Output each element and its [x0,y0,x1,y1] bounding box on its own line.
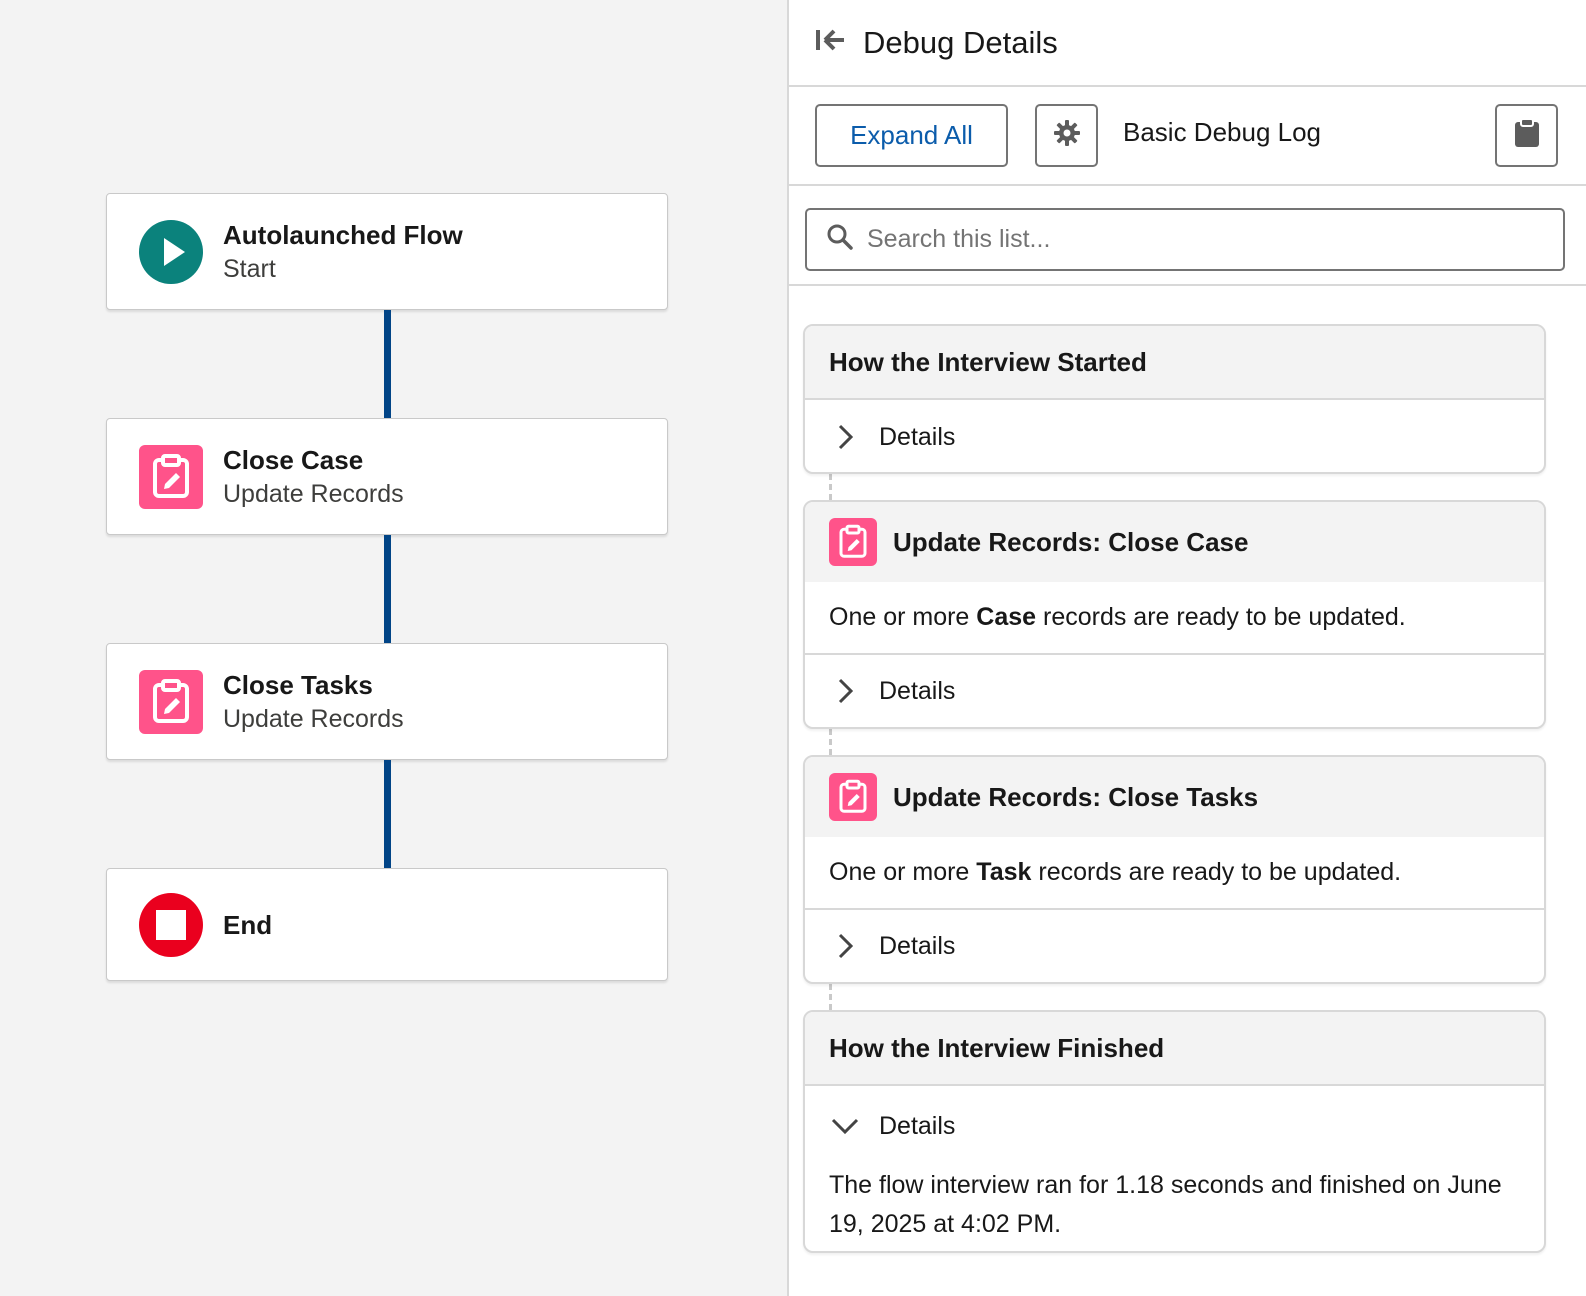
search-input[interactable] [867,225,1507,254]
flow-canvas: Autolaunched Flow Start Close Case Updat… [0,0,787,1296]
play-icon [139,219,203,284]
flow-connector [384,760,391,868]
message-text: One or more [829,603,977,631]
card-message: One or more Case records are ready to be… [805,582,1544,653]
stop-icon [139,892,203,957]
search-row [789,186,1586,286]
search-icon [827,224,853,255]
card-close-case: Update Records: Close Case One or more C… [803,500,1546,729]
chevron-right-icon [831,423,859,451]
node-subtitle: Update Records [223,704,404,733]
finished-summary: The flow interview ran for 1.18 seconds … [829,1171,1502,1238]
timeline-connector [829,984,832,1010]
card-header: Update Records: Close Tasks [805,757,1544,837]
details-label: Details [879,931,956,960]
node-title: Autolaunched Flow [223,219,463,250]
flow-connector [384,310,391,418]
update-records-icon [139,669,203,734]
card-interview-started: How the Interview Started Details [803,324,1546,474]
search-box[interactable] [805,208,1565,271]
node-subtitle: Update Records [223,479,404,508]
card-title: How the Interview Finished [805,1012,1544,1084]
card-message: One or more Task records are ready to be… [805,837,1544,908]
details-label: Details [879,1111,956,1140]
update-records-icon [829,773,877,821]
gear-icon [1053,119,1081,152]
expand-all-button[interactable]: Expand All [815,104,1008,167]
node-title: End [223,909,273,940]
details-toggle[interactable]: Details [805,908,1544,982]
node-autolaunched-flow[interactable]: Autolaunched Flow Start [106,193,668,310]
node-close-case[interactable]: Close Case Update Records [106,418,668,535]
log-level-label: Basic Debug Log [1123,117,1322,147]
details-label: Details [879,676,956,705]
chevron-down-icon [831,1112,859,1140]
card-header: Update Records: Close Case [805,502,1544,582]
timeline-connector [829,729,832,755]
node-subtitle: Start [223,254,276,283]
clipboard-icon [1514,118,1540,153]
card-close-tasks: Update Records: Close Tasks One or more … [803,755,1546,984]
details-toggle[interactable]: Details [805,398,1544,472]
card-title: How the Interview Started [805,326,1544,398]
panel-title: Debug Details [863,24,1058,60]
card-interview-finished: How the Interview Finished Details The f… [803,1010,1546,1253]
update-records-icon [139,444,203,509]
details-label: Details [879,422,956,451]
panel-header: Debug Details [789,0,1586,87]
chevron-right-icon [831,932,859,960]
settings-button[interactable] [1035,104,1098,167]
flow-connector [384,535,391,643]
message-text: One or more [829,858,977,886]
copy-log-button[interactable] [1495,104,1558,167]
collapse-panel-icon[interactable] [815,27,845,58]
node-close-tasks[interactable]: Close Tasks Update Records [106,643,668,760]
message-text: records are ready to be updated. [1036,603,1406,631]
object-name: Case [976,603,1037,631]
card-title: Update Records: Close Case [893,526,1249,557]
debug-toolbar: Expand All Basic Debug Log [789,87,1586,186]
card-title: Update Records: Close Tasks [893,781,1259,812]
object-name: Task [976,858,1032,886]
details-toggle[interactable]: Details [805,653,1544,727]
timeline-connector [829,474,832,500]
details-toggle[interactable]: Details [805,1084,1544,1166]
node-end[interactable]: End [106,868,668,981]
chevron-right-icon [831,677,859,705]
message-text: records are ready to be updated. [1031,858,1402,886]
node-title: Close Tasks [223,669,373,700]
update-records-icon [829,518,877,566]
node-title: Close Case [223,444,364,475]
